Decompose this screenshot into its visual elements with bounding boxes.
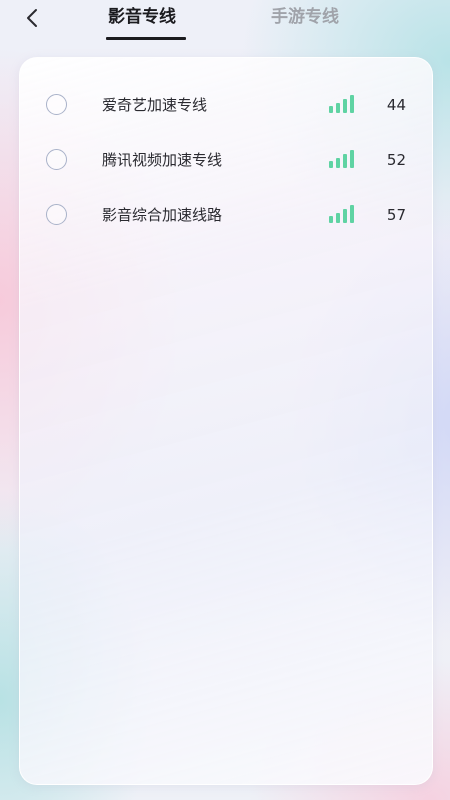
line-item-tencent-video[interactable]: 腾讯视频加速专线 52 <box>20 141 432 181</box>
active-tab-indicator <box>106 37 186 40</box>
top-bar: 影音专线 手游专线 <box>0 0 450 48</box>
chevron-left-icon <box>27 9 37 27</box>
line-name: 影音综合加速线路 <box>102 206 223 224</box>
radio-button[interactable] <box>46 149 67 170</box>
radio-button[interactable] <box>46 94 67 115</box>
signal-strength-icon <box>329 95 354 113</box>
back-button[interactable] <box>16 4 48 32</box>
line-name: 腾讯视频加速专线 <box>102 151 223 169</box>
signal-strength-icon <box>329 150 354 168</box>
radio-button[interactable] <box>46 204 67 225</box>
tab-game-lines[interactable]: 手游专线 <box>271 4 339 30</box>
ping-value: 44 <box>386 96 406 114</box>
tab-video-lines[interactable]: 影音专线 <box>108 4 176 30</box>
line-item-iqiyi[interactable]: 爱奇艺加速专线 44 <box>20 86 432 126</box>
ping-value: 57 <box>386 206 406 224</box>
signal-strength-icon <box>329 205 354 223</box>
line-list-card: 爱奇艺加速专线 44 腾讯视频加速专线 52 影音综合加速线路 57 <box>19 57 433 785</box>
ping-value: 52 <box>386 151 406 169</box>
line-name: 爱奇艺加速专线 <box>102 96 208 114</box>
line-item-media-general[interactable]: 影音综合加速线路 57 <box>20 196 432 236</box>
